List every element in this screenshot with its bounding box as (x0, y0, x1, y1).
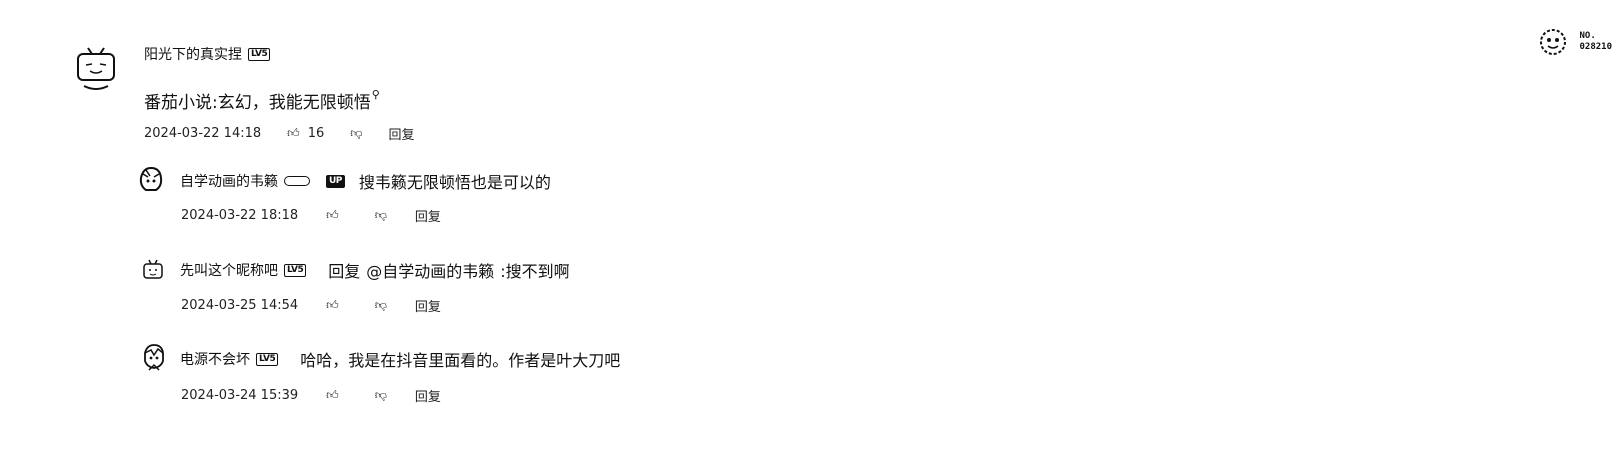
tv-mascot-icon (143, 259, 163, 279)
comment-time: 2024-03-22 18:18 (181, 208, 299, 223)
level-badge: LV5 (256, 352, 279, 366)
dislike-icon[interactable]: 👎︎ (375, 298, 387, 313)
reply-button[interactable]: 回复 (415, 206, 441, 225)
dislike-icon[interactable]: 👎︎ (350, 126, 362, 141)
level-badge: LV5 (248, 47, 271, 61)
username[interactable]: 电源不会坏 (180, 349, 250, 369)
dislike-icon[interactable]: 👎︎ (375, 388, 387, 403)
reply-row-3: 电源不会坏 LV5 哈哈，我是在抖音里面看的。作者是叶大刀吧 (180, 347, 620, 371)
reply-prefix: 回复 (328, 262, 361, 281)
username[interactable]: 自学动画的韦籁 (180, 171, 278, 191)
main-comment-header: 阳光下的真实捏 LV5 (144, 44, 271, 64)
dislike-icon[interactable]: 👎︎ (375, 208, 387, 223)
like-icon[interactable]: 👍︎ (326, 208, 339, 223)
reply-button[interactable]: 回复 (415, 386, 441, 405)
comment-time: 2024-03-24 15:39 (181, 388, 299, 403)
reply-content: :搜不到啊 (500, 262, 570, 281)
fan-number-label: NO. (1579, 31, 1596, 41)
anime-avatar-icon (139, 166, 163, 191)
reply-meta: 2024-03-24 15:39 👍︎ 👎︎ 回复 (181, 386, 441, 405)
reply-avatar[interactable] (138, 166, 164, 192)
fan-avatar-icon (1540, 29, 1567, 55)
fan-badge: NO. 028210 (1537, 26, 1612, 58)
reply-row-2: 先叫这个昵称吧 LV5 回复 @自学动画的韦籁 :搜不到啊 (180, 258, 570, 282)
decoration-badge (284, 176, 310, 186)
search-icon[interactable]: ⚲ (372, 88, 380, 101)
reply-content: 搜韦籁无限顿悟也是可以的 (358, 173, 551, 192)
like-count: 16 (307, 126, 325, 141)
reply-content: 哈哈，我是在抖音里面看的。作者是叶大刀吧 (300, 351, 621, 370)
username[interactable]: 阳光下的真实捏 (144, 44, 242, 64)
like-icon[interactable]: 👍︎ (326, 388, 339, 403)
comment-meta: 2024-03-22 14:18 👍︎ 16 👎︎ 回复 (144, 124, 414, 143)
reply-row-1: 自学动画的韦籁 UP 搜韦籁无限顿悟也是可以的 (180, 169, 551, 193)
like-icon[interactable]: 👍︎ (326, 298, 339, 313)
comment-time: 2024-03-25 14:54 (181, 298, 299, 313)
comment-content: 番茄小说:玄幻，我能无限顿悟⚲ (144, 88, 380, 113)
fan-number: 028210 (1579, 42, 1612, 52)
anime-avatar-icon (144, 344, 164, 371)
reply-meta: 2024-03-22 18:18 👍︎ 👎︎ 回复 (181, 206, 441, 225)
username[interactable]: 先叫这个昵称吧 (180, 260, 278, 280)
reply-meta: 2024-03-25 14:54 👍︎ 👎︎ 回复 (181, 296, 441, 315)
like-icon[interactable]: 👍︎ (287, 126, 300, 141)
level-badge: LV5 (284, 263, 307, 277)
reply-avatar[interactable] (141, 258, 167, 284)
reply-button[interactable]: 回复 (388, 124, 414, 143)
up-tag: UP (326, 174, 345, 188)
avatar[interactable] (74, 44, 118, 94)
reply-button[interactable]: 回复 (415, 296, 441, 315)
mention-link[interactable]: @自学动画的韦籁 (366, 258, 494, 282)
comment-time: 2024-03-22 14:18 (144, 126, 262, 141)
tv-mascot-icon (77, 47, 115, 90)
reply-avatar[interactable] (141, 343, 167, 371)
